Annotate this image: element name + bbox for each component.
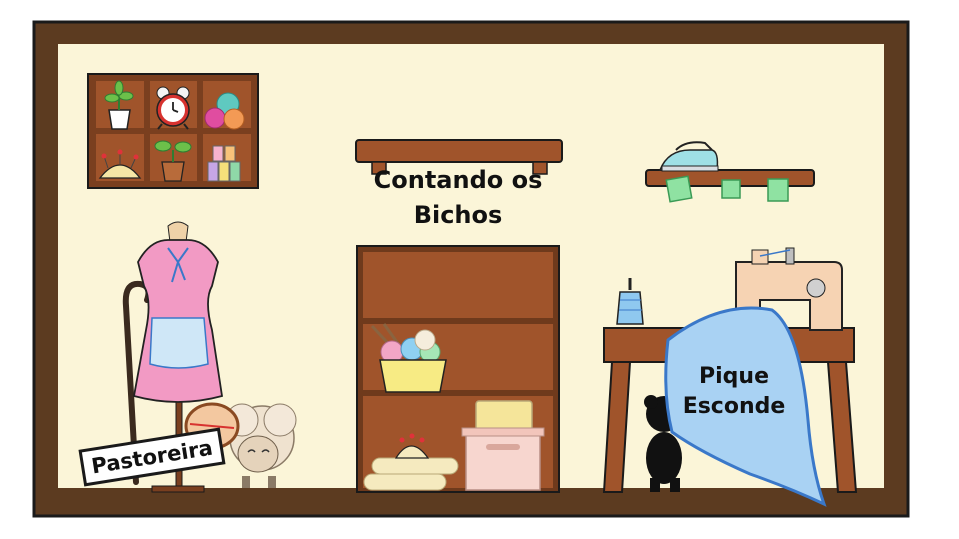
title-line-1: Contando os bbox=[373, 166, 543, 194]
title-line-2: Bichos bbox=[413, 200, 503, 229]
game-title: Contando os Bichos bbox=[372, 163, 544, 233]
pique-line-1: Pique bbox=[699, 364, 769, 389]
pique-line-2: Esconde bbox=[682, 393, 786, 419]
pique-esconde-label[interactable]: Pique Esconde bbox=[676, 362, 792, 421]
